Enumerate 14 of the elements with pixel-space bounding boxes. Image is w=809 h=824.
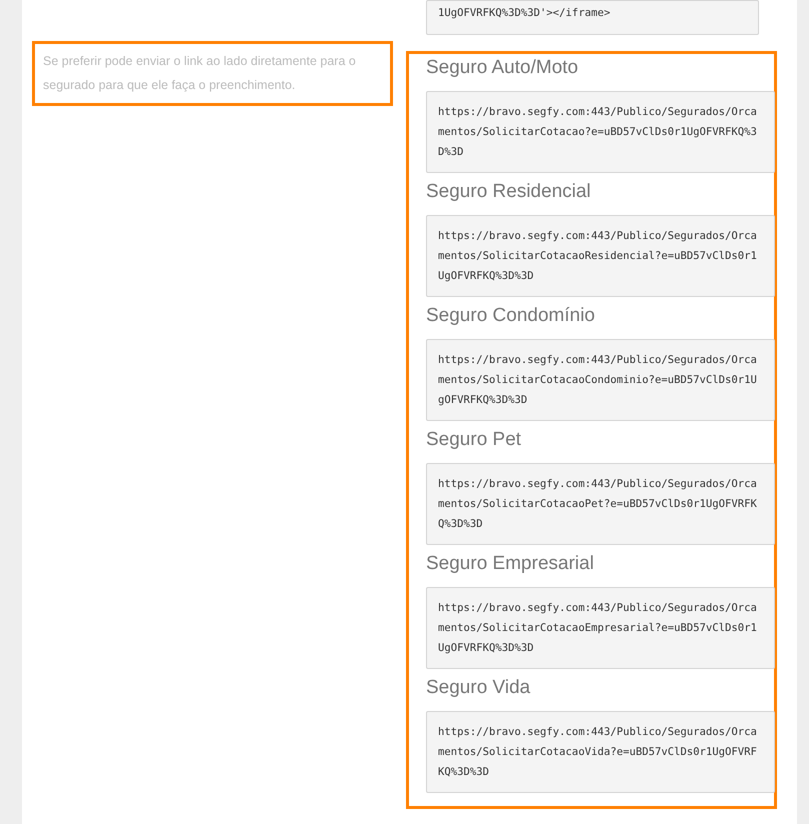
instruction-note: Se preferir pode enviar o link ao lado diretamente para o segurado para que ele faça o preenchimento. bbox=[32, 41, 393, 106]
section-heading: Seguro Pet bbox=[426, 429, 522, 451]
section-heading: Seguro Auto/Moto bbox=[426, 57, 580, 79]
embed-code-block: 1UgOFVRFKQ%3D%3D'></iframe> bbox=[426, 0, 759, 35]
section-heading: Seguro Empresarial bbox=[426, 553, 595, 575]
link-code-block: https://bravo.segfy.com:443/Publico/Segurados/Orcamentos/SolicitarCotacaoCondominio?e=uBD57vClDs0r1UgOFVRFKQ%3D%3D bbox=[426, 339, 775, 421]
link-code-block: https://bravo.segfy.com:443/Publico/Segurados/Orcamentos/SolicitarCotacaoEmpresarial?e=uBD57vClDs0r1UgOFVRFKQ%3D%3D bbox=[426, 587, 775, 669]
section-heading: Seguro Condomínio bbox=[426, 305, 596, 327]
section-heading: Seguro Residencial bbox=[426, 181, 592, 203]
link-code-block: https://bravo.segfy.com:443/Publico/Segurados/Orcamentos/SolicitarCotacaoVida?e=uBD57vClDs0r1UgOFVRFKQ%3D%3D bbox=[426, 711, 775, 793]
section-heading: Seguro Vida bbox=[426, 677, 532, 699]
link-code-block: https://bravo.segfy.com:443/Publico/Segurados/Orcamentos/SolicitarCotacaoPet?e=uBD57vClDs0r1UgOFVRFKQ%3D%3D bbox=[426, 463, 775, 545]
link-code-block: https://bravo.segfy.com:443/Publico/Segurados/Orcamentos/SolicitarCotacao?e=uBD57vClDs0r1UgOFVRFKQ%3D%3D bbox=[426, 91, 775, 173]
link-code-block: https://bravo.segfy.com:443/Publico/Segurados/Orcamentos/SolicitarCotacaoResidencial?e=uBD57vClDs0r1UgOFVRFKQ%3D%3D bbox=[426, 215, 775, 297]
